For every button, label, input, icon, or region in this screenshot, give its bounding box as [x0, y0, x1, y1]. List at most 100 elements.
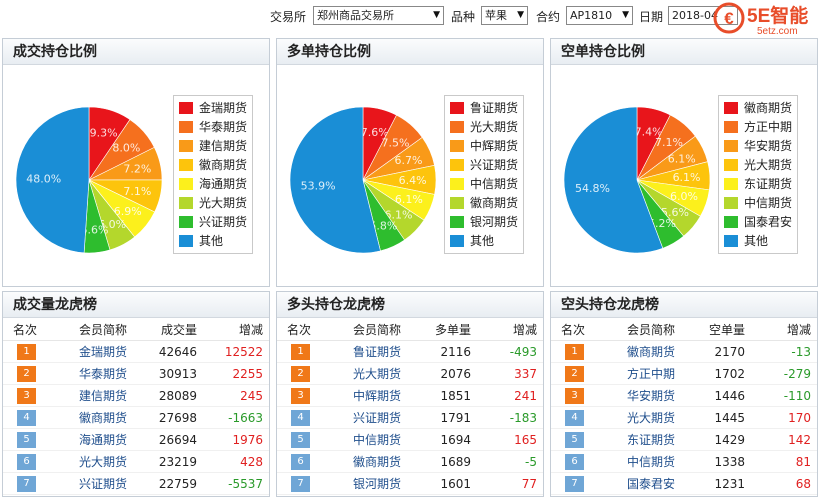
legend-swatch	[450, 197, 464, 209]
member-link[interactable]: 中辉期货	[353, 385, 401, 407]
column-header[interactable]: 增减	[199, 319, 263, 341]
contract-select[interactable]: AP1810 ▼	[566, 6, 633, 25]
change-cell: 165	[514, 433, 537, 447]
rank-badge: 4	[291, 410, 310, 426]
long-rank-table: 名次 会员简称 多单量 增减 1 鲁证期货 2116 -493 2 光大期货 2076 337 3 中辉期…	[277, 319, 543, 495]
member-link[interactable]: 华安期货	[627, 385, 675, 407]
quantity-cell: 42646	[158, 345, 197, 359]
legend-item: 其他	[179, 232, 247, 251]
legend-swatch	[179, 102, 193, 114]
legend-label: 徽商期货	[744, 101, 793, 115]
product-select-value: 苹果	[485, 9, 507, 22]
pie-slice-label-1: 9.3%	[90, 127, 118, 140]
volume-rank-panel: 成交量龙虎榜 名次 会员简称 成交量 增减 1 金瑞期货 42646 12522 2 华泰期货 30…	[2, 291, 270, 497]
legend-swatch	[724, 178, 738, 190]
member-link[interactable]: 徽商期货	[353, 451, 401, 473]
legend-swatch	[450, 140, 464, 152]
column-header[interactable]: 会员简称	[353, 319, 423, 341]
change-cell: -5537	[228, 477, 263, 491]
legend-item: 中信期货	[450, 175, 518, 194]
legend-label: 华安期货	[744, 139, 793, 153]
legend-label: 光大期货	[744, 158, 793, 172]
rank-badge: 3	[291, 388, 310, 404]
column-header[interactable]: 成交量	[143, 319, 197, 341]
column-header[interactable]: 空单量	[691, 319, 745, 341]
member-link[interactable]: 鲁证期货	[353, 341, 401, 363]
product-select[interactable]: 苹果 ▼	[481, 6, 528, 25]
quantity-cell: 1601	[440, 477, 471, 491]
member-link[interactable]: 东证期货	[627, 429, 675, 451]
exchange-select[interactable]: 郑州商品交易所 ▼	[313, 6, 444, 25]
column-header[interactable]: 增减	[747, 319, 811, 341]
column-header[interactable]: 名次	[287, 319, 327, 341]
svg-text:5E智能: 5E智能	[747, 4, 808, 27]
member-link[interactable]: 中信期货	[353, 429, 401, 451]
member-link[interactable]: 光大期货	[627, 407, 675, 429]
legend-swatch	[179, 216, 193, 228]
legend-label: 方正中期	[744, 120, 793, 134]
member-link[interactable]: 中信期货	[627, 451, 675, 473]
change-cell: 77	[521, 477, 537, 491]
quantity-cell: 1429	[714, 433, 745, 447]
legend-swatch	[450, 102, 464, 114]
column-header[interactable]: 会员简称	[79, 319, 149, 341]
legend-label: 银河期货	[470, 215, 519, 229]
change-cell: -1663	[228, 411, 263, 425]
volume-rank-table: 名次 会员简称 成交量 增减 1 金瑞期货 42646 12522 2 华泰期货 30913 2255…	[3, 319, 269, 495]
table-row: 7 银河期货 1601 77	[277, 473, 543, 495]
exchange-select-value: 郑州商品交易所	[317, 9, 394, 22]
table-row: 3 建信期货 28089 245	[3, 385, 269, 407]
legend-item: 光大期货	[179, 194, 247, 213]
quantity-cell: 26694	[158, 433, 197, 447]
member-link[interactable]: 华泰期货	[79, 363, 127, 385]
change-cell: -110	[783, 389, 811, 403]
column-header[interactable]: 名次	[13, 319, 53, 341]
member-link[interactable]: 建信期货	[79, 385, 127, 407]
table-row: 1 金瑞期货 42646 12522	[3, 341, 269, 363]
change-cell: 337	[514, 367, 537, 381]
date-label: 日期	[639, 10, 664, 24]
change-cell: 12522	[224, 345, 263, 359]
column-header[interactable]: 会员简称	[627, 319, 697, 341]
contract-label: 合约	[536, 10, 561, 24]
legend-item: 华泰期货	[179, 118, 247, 137]
legend-label: 海通期货	[199, 177, 248, 191]
table-row: 5 东证期货 1429 142	[551, 429, 817, 451]
member-link[interactable]: 光大期货	[79, 451, 127, 473]
legend-item: 方正中期	[724, 118, 792, 137]
legend-swatch	[724, 235, 738, 247]
member-link[interactable]: 国泰君安	[627, 473, 675, 495]
legend-label: 建信期货	[199, 139, 248, 153]
chevron-down-icon: ▼	[622, 10, 629, 20]
quantity-cell: 1702	[714, 367, 745, 381]
member-link[interactable]: 银河期货	[353, 473, 401, 495]
legend-label: 金瑞期货	[199, 101, 248, 115]
rank-badge: 4	[565, 410, 584, 426]
quantity-cell: 1338	[714, 455, 745, 469]
column-header[interactable]: 多单量	[417, 319, 471, 341]
long-rank-title: 多头持仓龙虎榜	[277, 292, 543, 318]
legend-label: 华泰期货	[199, 120, 248, 134]
rank-badge: 1	[291, 344, 310, 360]
member-link[interactable]: 兴证期货	[353, 407, 401, 429]
legend-item: 光大期货	[450, 118, 518, 137]
member-link[interactable]: 徽商期货	[627, 341, 675, 363]
short-rank-title: 空头持仓龙虎榜	[551, 292, 817, 318]
member-link[interactable]: 方正中期	[627, 363, 675, 385]
legend-swatch	[450, 159, 464, 171]
column-header[interactable]: 名次	[561, 319, 601, 341]
column-header[interactable]: 增减	[473, 319, 537, 341]
member-link[interactable]: 徽商期货	[79, 407, 127, 429]
legend-item: 海通期货	[179, 175, 247, 194]
table-row: 7 国泰君安 1231 68	[551, 473, 817, 495]
svg-text:€: €	[724, 9, 734, 28]
member-link[interactable]: 兴证期货	[79, 473, 127, 495]
member-link[interactable]: 海通期货	[79, 429, 127, 451]
member-link[interactable]: 光大期货	[353, 363, 401, 385]
rank-badge: 7	[565, 476, 584, 492]
legend-swatch	[179, 140, 193, 152]
legend-label: 其他	[470, 234, 495, 248]
pie-slice-label-2: 8.0%	[112, 141, 140, 154]
table-row: 3 华安期货 1446 -110	[551, 385, 817, 407]
member-link[interactable]: 金瑞期货	[79, 341, 127, 363]
